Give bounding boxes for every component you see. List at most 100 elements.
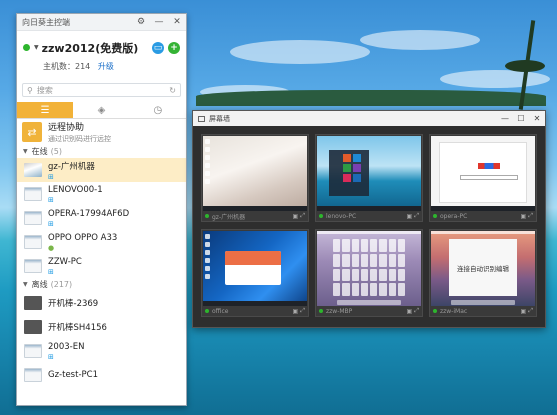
host-name: ZZW-PC	[48, 256, 82, 267]
settings-icon[interactable]: ⚙	[132, 17, 150, 27]
fullscreen-icon[interactable]: ⤢	[528, 307, 533, 315]
screen-tile[interactable]: lenovo-PC ▣ ⤢	[315, 134, 423, 222]
remote-screen-preview	[431, 136, 535, 211]
remote-control-icon[interactable]: ▣	[521, 213, 527, 220]
remote-control-icon[interactable]: ▣	[407, 308, 413, 315]
screen-caption: office	[212, 307, 229, 315]
screen-wall-window: 屏幕墙 — ☐ ✕ gz-广州机器 ▣ ⤢ lenovo-PC ▣ ⤢ oper…	[192, 110, 546, 328]
host-name: 开机棒-2369	[48, 299, 99, 309]
host-item[interactable]: OPPO OPPO A33 ●	[17, 230, 186, 254]
screen-caption: zzw-iMac	[440, 307, 468, 315]
host-item[interactable]: 开机棒-2369	[17, 291, 186, 315]
offline-group-header[interactable]: ▼ 离线 (217)	[17, 278, 186, 291]
remote-control-icon[interactable]: ▣	[293, 308, 299, 315]
android-icon: ●	[48, 243, 55, 252]
panel-titlebar: 向日葵主控端 ⚙ — ✕	[17, 14, 186, 31]
online-group-label: 在线	[31, 147, 48, 156]
add-host-icon[interactable]: +	[168, 41, 180, 54]
remote-screen-preview	[203, 231, 307, 306]
host-item[interactable]: ZZW-PC ⊞	[17, 254, 186, 278]
online-group-header[interactable]: ▼ 在线 (5)	[17, 145, 186, 158]
client-panel: 向日葵主控端 ⚙ — ✕ ▼ zzw2012(免费版) ▭ + 主机数：214 …	[16, 13, 187, 406]
remote-assist-subtitle: 通过识别码进行远控	[48, 135, 111, 143]
host-thumbnail	[24, 211, 42, 225]
remote-control-icon[interactable]: ▣	[407, 213, 413, 220]
screen-caption: lenovo-PC	[326, 212, 357, 220]
palm-tree	[505, 60, 545, 72]
screen-grid: gz-广州机器 ▣ ⤢ lenovo-PC ▣ ⤢ opera-PC ▣ ⤢ o…	[193, 126, 545, 317]
close-icon[interactable]: ✕	[168, 17, 186, 27]
host-thumbnail	[24, 259, 42, 273]
windows-icon: ⊞	[48, 219, 54, 228]
host-count: 主机数：214	[43, 62, 91, 71]
search-icon: ⚲	[27, 85, 33, 95]
clock-icon: ◷	[153, 104, 163, 116]
host-item[interactable]: LENOVO00-1 ⊞	[17, 182, 186, 206]
chevron-down-icon: ▼	[23, 281, 28, 288]
minimize-icon[interactable]: —	[497, 114, 513, 123]
tab-bar: ☰ ◈ ◷	[17, 102, 186, 119]
host-count-row: 主机数：214 升级	[17, 57, 186, 77]
screen-tile[interactable]: 连接自动识别编辑 zzw-iMac ▣ ⤢	[429, 229, 537, 317]
remote-control-icon[interactable]: ▣	[293, 213, 299, 220]
tab-list[interactable]: ☰	[17, 102, 74, 118]
fullscreen-icon[interactable]: ⤢	[414, 212, 419, 220]
online-status-icon	[433, 309, 437, 313]
viewer-titlebar: 屏幕墙 — ☐ ✕	[193, 111, 545, 126]
host-name: OPERA-17994AF6D	[48, 208, 130, 219]
tag-icon: ◈	[97, 104, 106, 116]
chevron-down-icon[interactable]: ▼	[34, 44, 39, 51]
remote-assist-title: 远程协助	[48, 123, 85, 133]
island	[196, 90, 546, 106]
remote-control-icon[interactable]: ▣	[521, 308, 527, 315]
minimize-icon[interactable]: —	[150, 17, 168, 27]
host-thumbnail	[24, 235, 42, 249]
online-status-icon	[205, 214, 209, 218]
tab-tags[interactable]: ◈	[73, 102, 129, 118]
chevron-down-icon: ▼	[23, 148, 28, 155]
screen-tile[interactable]: gz-广州机器 ▣ ⤢	[201, 134, 309, 222]
host-name: Gz-test-PC1	[48, 370, 98, 380]
host-item[interactable]: 开机棒SH4156	[17, 315, 186, 339]
remote-assist-item[interactable]: ⇄ 远程协助 通过识别码进行远控	[17, 119, 186, 145]
online-status-icon	[319, 214, 323, 218]
online-status-icon	[319, 309, 323, 313]
remote-screen-preview	[203, 136, 307, 211]
screen-tile[interactable]: office ▣ ⤢	[201, 229, 309, 317]
host-name: 开机棒SH4156	[48, 323, 107, 333]
host-thumbnail	[24, 187, 42, 201]
viewer-title: 屏幕墙	[209, 114, 230, 123]
host-item[interactable]: gz-广州机器 ⊞	[17, 158, 186, 182]
host-name: gz-广州机器	[48, 161, 95, 172]
fullscreen-icon[interactable]: ⤢	[414, 307, 419, 315]
search-input[interactable]: ⚲ 搜索 ↻	[22, 83, 181, 97]
fullscreen-icon[interactable]: ⤢	[300, 212, 305, 220]
maximize-icon[interactable]: ☐	[513, 114, 529, 123]
username[interactable]: zzw2012(免费版)	[42, 40, 139, 56]
upgrade-link[interactable]: 升级	[98, 62, 114, 71]
list-icon: ☰	[40, 104, 50, 116]
cloud	[360, 30, 480, 50]
host-name: LENOVO00-1	[48, 184, 103, 195]
close-icon[interactable]: ✕	[529, 114, 545, 123]
fullscreen-icon[interactable]: ⤢	[528, 212, 533, 220]
screen-wall-icon[interactable]: ▭	[152, 41, 164, 54]
tab-history[interactable]: ◷	[130, 102, 186, 118]
screen-caption: gz-广州机器	[212, 213, 246, 221]
offline-group-label: 离线	[31, 280, 48, 289]
windows-icon: ⊞	[48, 352, 54, 361]
host-thumbnail	[24, 368, 42, 382]
remote-screen-preview: 连接自动识别编辑	[431, 231, 535, 306]
host-item[interactable]: Gz-test-PC1	[17, 363, 186, 387]
host-item[interactable]: OPERA-17994AF6D ⊞	[17, 206, 186, 230]
fullscreen-icon[interactable]: ⤢	[300, 307, 305, 315]
monitor-icon	[198, 115, 205, 122]
screen-tile[interactable]: opera-PC ▣ ⤢	[429, 134, 537, 222]
remote-screen-preview	[317, 136, 421, 211]
panel-title: 向日葵主控端	[22, 17, 70, 27]
host-item[interactable]: 2003-EN ⊞	[17, 339, 186, 363]
user-row: ▼ zzw2012(免费版) ▭ +	[17, 31, 186, 57]
refresh-icon[interactable]: ↻	[169, 86, 176, 95]
screen-tile[interactable]: zzw-MBP ▣ ⤢	[315, 229, 423, 317]
host-thumbnail	[24, 320, 42, 334]
